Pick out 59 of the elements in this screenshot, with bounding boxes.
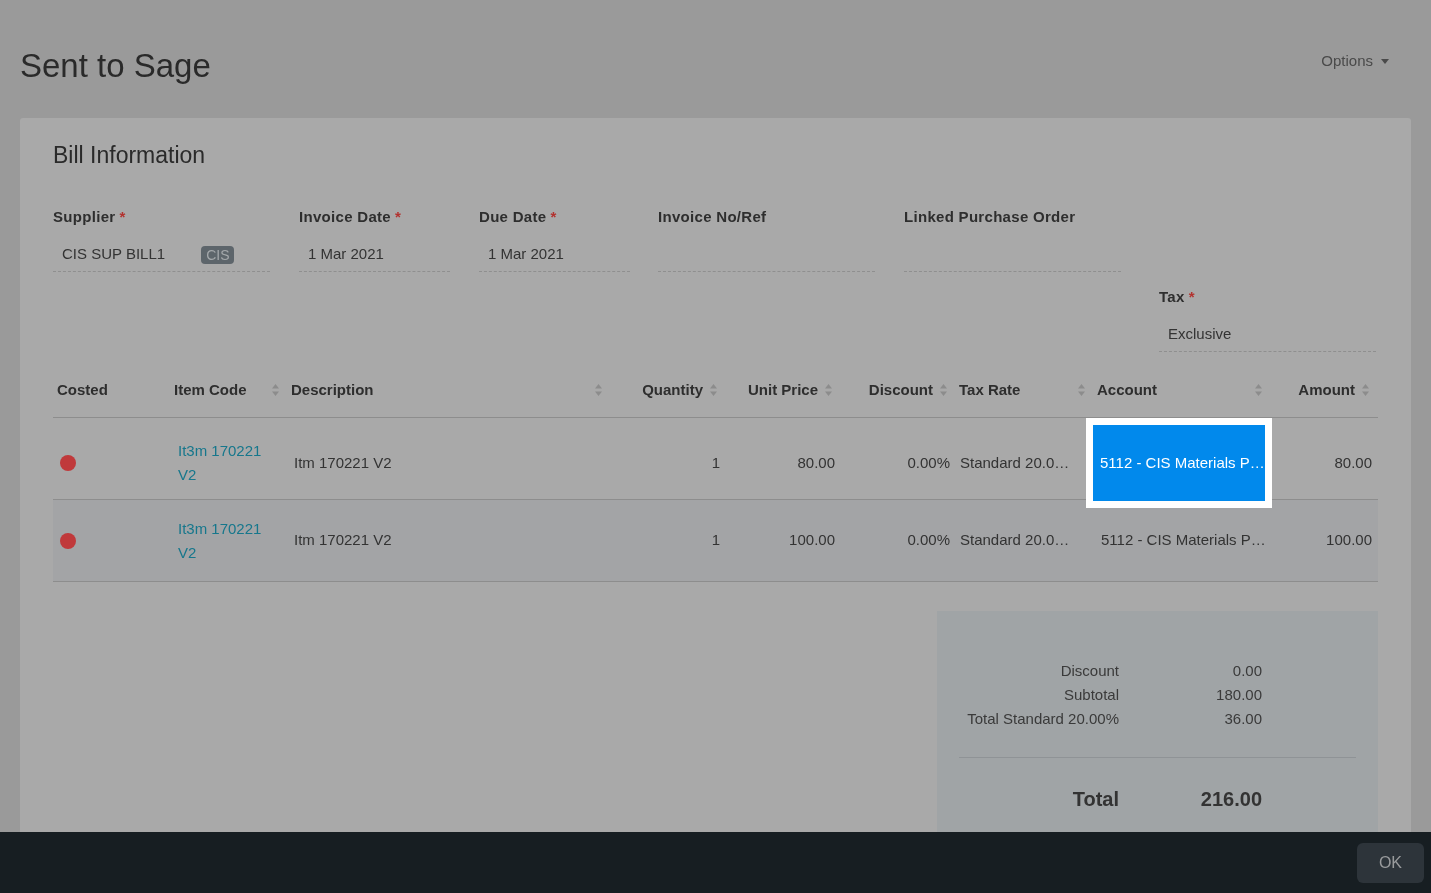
page-title: Sent to Sage (20, 46, 211, 86)
total-label: Subtotal (1062, 685, 1119, 705)
column-header[interactable]: Costed (53, 380, 168, 400)
total-label: Total (1071, 787, 1119, 812)
cis-badge: CIS (201, 245, 235, 264)
column-header[interactable]: Amount (1268, 380, 1375, 400)
sort-icon (1362, 384, 1369, 396)
table-cell: 1 (711, 453, 720, 471)
table-cell: Standard 20.0… (960, 453, 1070, 471)
table-cell: 0.00% (907, 531, 950, 549)
total-label: Discount (1059, 661, 1119, 681)
table-cell: 100.00 (1326, 531, 1372, 549)
total-value: 0.00 (1231, 661, 1262, 681)
required-marker: * (550, 207, 557, 226)
table-cell: 1 (711, 531, 720, 549)
column-header[interactable]: Item Code (168, 380, 285, 400)
column-header[interactable]: Account (1091, 380, 1268, 400)
total-label: Total Standard 20.00% (966, 709, 1119, 729)
field-label: Due Date (479, 207, 547, 226)
field-label: Invoice Date (299, 207, 391, 226)
table-cell: 80.00 (1334, 453, 1372, 471)
input-field[interactable]: CIS SUP BILL1 CIS (53, 238, 270, 272)
table-cell: 0.00% (907, 453, 950, 471)
sort-icon (1255, 384, 1262, 396)
total-value: 36.00 (1223, 709, 1262, 729)
sort-icon (940, 384, 947, 396)
table-cell: Itm 170221 V2 (294, 531, 392, 549)
column-header[interactable]: Discount (838, 380, 953, 400)
required-marker: * (394, 207, 402, 226)
sort-icon (825, 384, 832, 396)
field-label: Invoice No/Ref (658, 207, 767, 226)
total-value: 216.00 (1199, 787, 1262, 812)
input-field[interactable]: 1 Mar 2021 (479, 238, 630, 272)
table-cell: 80.00 (797, 453, 835, 471)
sort-icon (272, 384, 279, 396)
field-label: Tax (1159, 287, 1185, 306)
column-header[interactable]: Tax Rate (953, 380, 1091, 400)
field-label: Supplier (53, 207, 116, 226)
sort-icon (595, 384, 602, 396)
total-value: 180.00 (1215, 685, 1262, 705)
column-header[interactable]: Quantity (608, 380, 723, 400)
sort-icon (710, 384, 717, 396)
ok-button[interactable]: OK (1356, 842, 1424, 883)
account-cell-text: 5112 - CIS Materials P… (1100, 530, 1266, 551)
table-cell: 100.00 (789, 531, 835, 549)
field-label: Linked Purchase Order (904, 207, 1076, 226)
table-cell: Standard 20.0… (960, 531, 1070, 549)
required-marker: * (1188, 287, 1195, 306)
input-field[interactable]: 1 Mar 2021 (299, 238, 450, 272)
input-field[interactable]: Exclusive (1159, 318, 1376, 352)
options-dropdown[interactable]: Options (1321, 50, 1389, 73)
card-title: Bill Information (53, 141, 207, 170)
account-cell: 5112 - CIS Materials P… (1093, 425, 1265, 501)
required-marker: * (119, 207, 126, 226)
sort-icon (1078, 384, 1085, 396)
column-header[interactable]: Unit Price (723, 380, 838, 400)
column-header[interactable]: Description (285, 380, 608, 400)
caret-icon (1381, 58, 1389, 64)
table-cell: Itm 170221 V2 (294, 453, 392, 471)
